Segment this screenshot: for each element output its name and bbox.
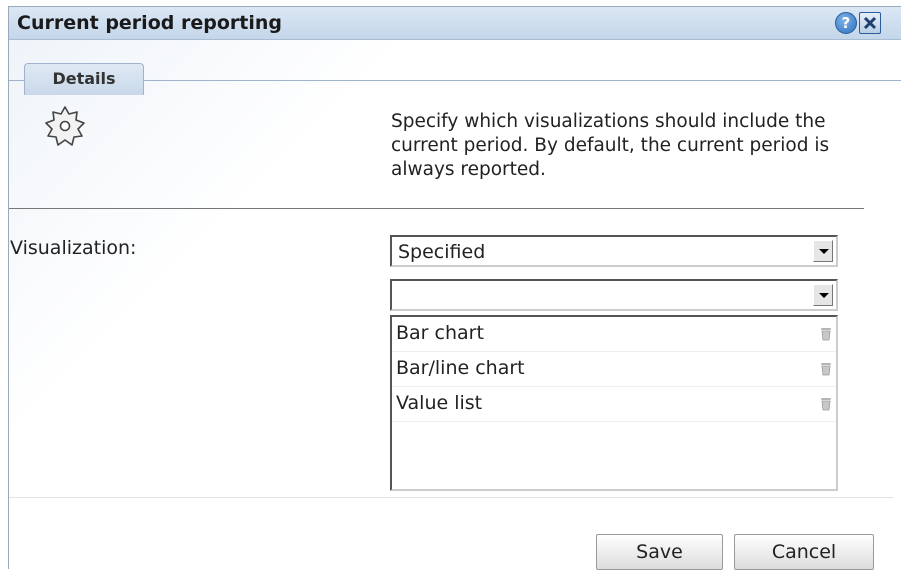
description-text: Specify which visualizations should incl… [391,111,830,180]
add-visualization-select[interactable] [390,279,838,311]
visualization-list: Bar chart Bar/line chart Value list [390,315,838,491]
tab-details[interactable]: Details [24,63,144,95]
button-row-separator [9,497,894,498]
trash-icon[interactable] [820,362,832,376]
list-item-label: Value list [396,392,483,414]
trash-icon[interactable] [820,397,832,411]
chevron-down-icon[interactable] [813,240,833,262]
divider [9,208,864,209]
list-item[interactable]: Bar/line chart [392,352,836,387]
list-item-label: Bar/line chart [396,357,525,379]
gear-icon [45,106,85,146]
dialog-title: Current period reporting [17,12,282,34]
close-x-glyph [863,16,877,30]
cancel-button[interactable]: Cancel [734,534,874,570]
help-icon[interactable]: ? [835,12,857,34]
chevron-down-icon[interactable] [813,284,833,306]
title-bar: Current period reporting ? [9,7,901,40]
help-icon-glyph: ? [841,14,851,32]
tab-strip: Details [9,40,901,95]
list-item[interactable]: Value list [392,387,836,422]
trash-icon[interactable] [820,327,832,341]
visualization-label: Visualization: [10,237,137,259]
list-item-label: Bar chart [396,322,484,344]
dialog-window: Current period reporting ? Details Speci… [8,6,901,570]
close-icon[interactable] [859,12,881,34]
visualization-mode-value: Specified [398,241,486,263]
save-button[interactable]: Save [596,534,723,570]
visualization-mode-select[interactable]: Specified [390,235,838,267]
list-item[interactable]: Bar chart [392,317,836,352]
